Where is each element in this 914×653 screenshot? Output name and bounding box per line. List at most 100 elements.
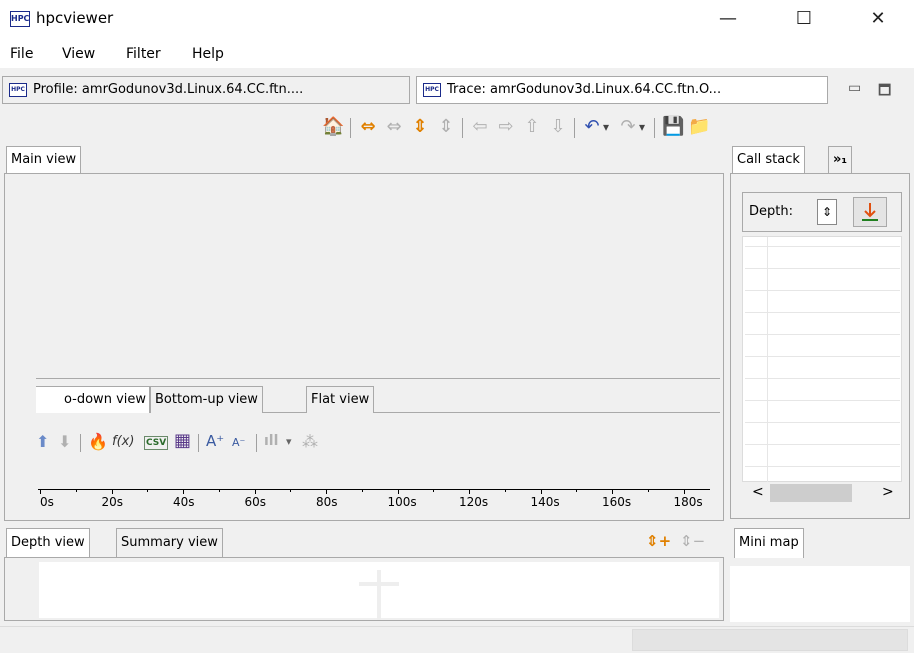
arrow-up-icon[interactable]: ⇧ bbox=[522, 116, 542, 138]
toolbar-separator bbox=[574, 118, 575, 138]
hot-path-flame-icon[interactable]: 🔥 bbox=[88, 432, 108, 451]
shrink-horizontal-icon[interactable]: ⇔ bbox=[384, 116, 404, 138]
call-stack-table[interactable] bbox=[742, 236, 902, 483]
title-bar: HPC hpcviewer — ☐ ✕ bbox=[0, 0, 914, 38]
shrink-vertical-icon[interactable]: ⇕ bbox=[436, 116, 456, 138]
minimize-window-button[interactable]: — bbox=[716, 8, 740, 30]
redo-dropdown-icon[interactable]: ▾ bbox=[636, 116, 648, 138]
menu-view[interactable]: View bbox=[62, 46, 95, 62]
ruler-tick bbox=[111, 489, 113, 494]
sub-toolbar-separator bbox=[198, 434, 199, 452]
time-ruler-axis bbox=[38, 489, 710, 490]
toolbar-separator bbox=[654, 118, 655, 138]
tab-depth-view[interactable]: Depth view bbox=[6, 528, 90, 558]
plugin-icon[interactable]: ⁂ bbox=[302, 432, 318, 451]
tab-flat-view[interactable]: Flat view bbox=[306, 386, 375, 413]
menu-filter[interactable]: Filter bbox=[126, 46, 161, 62]
ruler-label: 0s bbox=[40, 495, 54, 509]
undo-icon[interactable]: ↶ bbox=[582, 116, 602, 138]
expand-vertical-icon[interactable]: ⇕ bbox=[410, 116, 430, 138]
editor-tab-strip: HPC Profile: amrGodunov3d.Linux.64.CC.ft… bbox=[0, 72, 914, 110]
maximize-window-button[interactable]: ☐ bbox=[792, 8, 816, 30]
export-depth-button[interactable] bbox=[853, 197, 887, 227]
export-csv-icon[interactable]: CSV bbox=[144, 436, 169, 450]
tab-mini-map[interactable]: Mini map bbox=[734, 528, 804, 558]
depth-control-group: Depth: ⇕ bbox=[742, 192, 902, 232]
tab-call-stack[interactable]: Call stack bbox=[732, 146, 805, 174]
undo-dropdown-icon[interactable]: ▾ bbox=[600, 116, 612, 138]
zoom-up-icon[interactable]: ⬆ bbox=[36, 432, 49, 451]
ruler-label: 140s bbox=[530, 495, 560, 509]
view-overflow-button[interactable]: »₁ bbox=[828, 146, 853, 174]
menu-help[interactable]: Help bbox=[192, 46, 224, 62]
graph-icon[interactable]: ıll bbox=[264, 433, 278, 449]
table-row-line bbox=[745, 466, 900, 467]
graph-dropdown-icon[interactable]: ▾ bbox=[286, 435, 292, 448]
horizontal-scrollbar[interactable]: < > bbox=[742, 482, 902, 504]
arrow-right-icon[interactable]: ⇨ bbox=[496, 116, 516, 138]
tab-bottom-up-view[interactable]: Bottom-up view bbox=[150, 386, 263, 413]
ruler-tick bbox=[254, 489, 256, 494]
table-row-line bbox=[745, 290, 900, 291]
ruler-minor-tick bbox=[147, 489, 149, 492]
close-window-button[interactable]: ✕ bbox=[866, 8, 890, 30]
home-icon[interactable]: 🏠 bbox=[322, 116, 344, 138]
crosshair-horizontal bbox=[359, 582, 399, 586]
depth-zoom-out-icon[interactable]: ⇕− bbox=[680, 532, 705, 550]
ruler-minor-tick bbox=[361, 489, 363, 492]
profile-tab-icon: HPC bbox=[9, 83, 27, 97]
ruler-tick bbox=[326, 489, 327, 494]
tab-profile-label: Profile: amrGodunov3d.Linux.64.CC.ftn...… bbox=[33, 82, 304, 97]
depth-spinner[interactable]: ⇕ bbox=[817, 199, 837, 225]
ruler-tick bbox=[397, 489, 399, 494]
expand-horizontal-icon[interactable]: ⇔ bbox=[358, 116, 378, 138]
depth-view-canvas[interactable] bbox=[39, 562, 719, 620]
ruler-label: 60s bbox=[244, 495, 267, 509]
sub-toolbar-separator bbox=[256, 434, 257, 452]
mini-map-canvas[interactable] bbox=[730, 566, 910, 622]
ruler-minor-tick bbox=[75, 489, 77, 492]
menu-file[interactable]: File bbox=[10, 46, 33, 62]
tab-summary-view[interactable]: Summary view bbox=[116, 528, 223, 558]
arrow-left-icon[interactable]: ⇦ bbox=[470, 116, 490, 138]
font-increase-icon[interactable]: A⁺ bbox=[206, 432, 224, 450]
ruler-tick bbox=[540, 489, 542, 494]
save-icon[interactable]: 💾 bbox=[662, 116, 684, 138]
open-folder-icon[interactable]: 📁 bbox=[688, 116, 710, 138]
ruler-minor-tick bbox=[504, 489, 506, 492]
app-logo-icon: HPC bbox=[10, 11, 30, 27]
arrow-down-icon[interactable]: ⇩ bbox=[548, 116, 568, 138]
depth-view-panel bbox=[4, 557, 724, 621]
ruler-tick bbox=[683, 489, 685, 494]
editor-maximize-button[interactable]: 🗖 bbox=[878, 80, 891, 104]
table-row-line bbox=[745, 422, 900, 423]
redo-icon[interactable]: ↷ bbox=[618, 116, 638, 138]
ruler-minor-tick bbox=[218, 489, 220, 492]
zoom-down-icon[interactable]: ⬇ bbox=[58, 432, 71, 451]
download-arrow-icon bbox=[862, 203, 878, 221]
tab-trace[interactable]: HPC Trace: amrGodunov3d.Linux.64.CC.ftn.… bbox=[416, 76, 828, 104]
tab-profile[interactable]: HPC Profile: amrGodunov3d.Linux.64.CC.ft… bbox=[2, 76, 410, 104]
ruler-minor-tick bbox=[433, 489, 435, 492]
ruler-label: 120s bbox=[459, 495, 489, 509]
depth-zoom-in-icon[interactable]: ⇕+ bbox=[646, 532, 671, 550]
scroll-left-button[interactable]: < bbox=[752, 484, 764, 500]
ruler-tick bbox=[612, 489, 613, 494]
ruler-tick bbox=[183, 489, 184, 494]
ruler-minor-tick bbox=[290, 489, 292, 492]
table-row-line bbox=[745, 356, 900, 357]
font-decrease-icon[interactable]: A⁻ bbox=[232, 436, 245, 449]
ruler-tick bbox=[469, 489, 470, 494]
ruler-label: 160s bbox=[602, 495, 632, 509]
ruler-label: 100s bbox=[387, 495, 417, 509]
tab-top-down-view[interactable]: o-down view bbox=[36, 386, 150, 413]
toolbar-separator bbox=[350, 118, 351, 138]
scroll-thumb[interactable] bbox=[770, 484, 852, 502]
derived-metric-formula-icon[interactable]: f(x) bbox=[112, 434, 134, 449]
scroll-right-button[interactable]: > bbox=[882, 484, 894, 500]
tab-main-view[interactable]: Main view bbox=[6, 146, 82, 174]
toolbar-separator bbox=[462, 118, 463, 138]
column-hide-show-icon[interactable]: ▦ bbox=[174, 430, 191, 451]
editor-minimize-button[interactable]: ▭ bbox=[848, 80, 861, 96]
sub-view-divider bbox=[36, 378, 720, 379]
